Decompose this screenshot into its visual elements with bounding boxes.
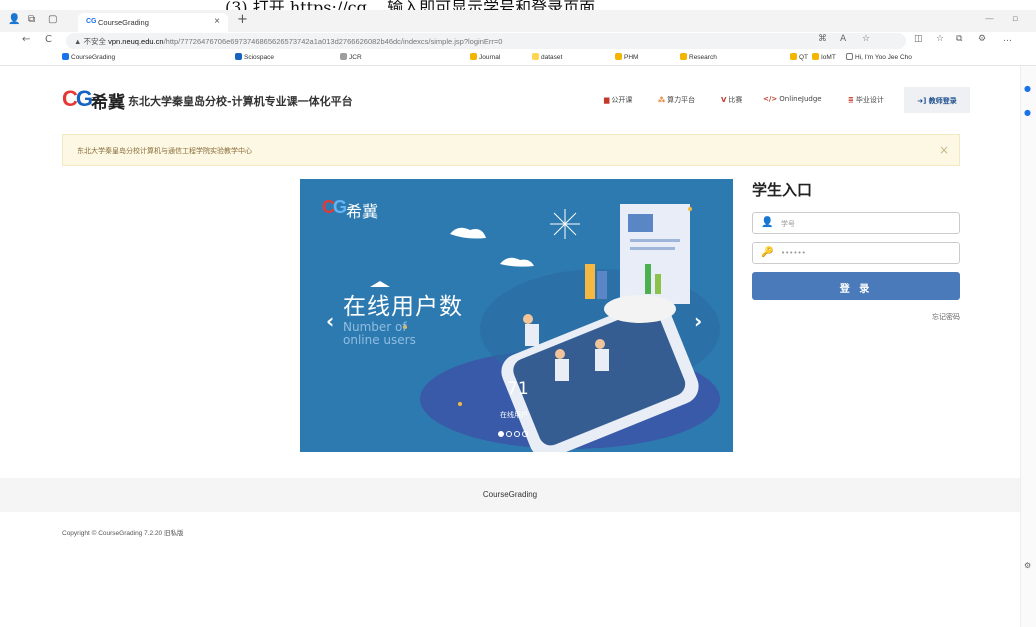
carousel-dot[interactable] — [506, 431, 512, 437]
carousel-dots — [498, 422, 530, 441]
carousel-next-icon[interactable]: › — [694, 309, 702, 333]
bookmark-item[interactable]: Journal — [470, 53, 500, 61]
site-title: 东北大学秦皇岛分校-计算机专业课一体化平台 — [128, 95, 353, 108]
book-icon: ▆ — [604, 96, 610, 104]
bookmark-item[interactable]: IoMT — [812, 53, 836, 61]
online-users-carousel[interactable]: CG 希冀 在线用户数 Number of online users ‹ › 71… — [300, 179, 733, 452]
online-user-count: 71 — [507, 379, 529, 399]
url-input[interactable]: ▲ 不安全 vpn.neuq.edu.cn/http/77726476706e6… — [66, 33, 906, 49]
tab-title: CourseGrading — [98, 18, 149, 27]
workspaces-icon[interactable]: ⧉ — [28, 14, 35, 25]
nav-graduation-design[interactable]: ≣ 毕业设计 — [848, 95, 884, 105]
more-icon[interactable]: … — [1003, 34, 1012, 44]
edge-sidebar: ● ● ⚙ — [1020, 66, 1036, 627]
copilot-icon[interactable]: ● — [1024, 84, 1031, 93]
bookmark-item[interactable]: PHM — [615, 53, 638, 61]
carousel-logo: CG — [322, 197, 347, 217]
copyright: Copyright © CourseGrading 7.2.20 旧私版 — [62, 530, 184, 537]
collections-icon[interactable]: ⧉ — [956, 34, 962, 44]
nav-online-judge[interactable]: </> OnlineJudge — [763, 95, 822, 103]
key-icon: 🔑 — [761, 247, 774, 258]
bookmark-item[interactable]: dataset — [532, 53, 562, 61]
browser-tab[interactable]: CG CourseGrading × — [78, 13, 228, 32]
online-user-label: 在线用户 — [500, 411, 528, 419]
profile-icon[interactable]: 👤 — [8, 14, 20, 25]
forgot-password-link[interactable]: 忘记密码 — [752, 312, 960, 322]
carousel-dot[interactable] — [498, 431, 504, 437]
bookmarks-bar: CourseGrading Sciospace JCR Journal data… — [0, 50, 1036, 66]
graduation-icon: ≣ — [848, 96, 854, 104]
bookmark-item[interactable]: QT — [790, 53, 808, 61]
browser-titlebar: 👤 ⧉ ▢ CG CourseGrading × + — ▫ — [0, 10, 1036, 32]
logo-name: 希冀 — [91, 93, 125, 113]
student-id-input[interactable]: 👤 学号 — [752, 212, 960, 234]
carousel-dot[interactable] — [514, 431, 520, 437]
code-icon: </> — [763, 95, 778, 103]
restore-icon[interactable]: ▫ — [1012, 14, 1018, 24]
carousel-subtitle: Number of online users — [343, 320, 416, 347]
site-header: CG 希冀 东北大学秦皇岛分校-计算机专业课一体化平台 ▆ 公开课 ⁂ 算力平台 Ⅴ… — [0, 82, 1020, 122]
tab-favicon: CG — [86, 18, 97, 25]
discover-icon[interactable]: ● — [1024, 108, 1031, 117]
split-screen-icon[interactable]: ◫ — [914, 34, 923, 44]
bookmark-item[interactable]: CourseGrading — [62, 53, 115, 61]
notice-banner: 东北大学秦皇岛分校计算机与通信工程学院实验教学中心 × — [62, 134, 960, 166]
bookmark-item[interactable]: Sciospace — [235, 53, 274, 61]
favorite-star-icon[interactable]: ☆ — [862, 34, 870, 44]
tab-close-icon[interactable]: × — [214, 16, 220, 27]
url-host: vpn.neuq.edu.cn — [108, 37, 164, 46]
tab-actions-icon[interactable]: ▢ — [48, 14, 57, 25]
carousel-logo-name: 希冀 — [346, 202, 379, 221]
cg-logo[interactable]: CG — [62, 86, 93, 112]
footer-brand: CourseGrading — [0, 478, 1020, 512]
user-icon: 👤 — [761, 217, 774, 228]
main-content: 东北大学秦皇岛分校计算机与通信工程学院实验教学中心 × CG 希冀 在线用户数 … — [0, 122, 1020, 478]
carousel-title: 在线用户数 — [343, 294, 463, 320]
nav-contest[interactable]: Ⅴ 比赛 — [721, 95, 742, 105]
bookmark-item[interactable]: JCR — [340, 53, 362, 61]
password-input[interactable]: 🔑 •••••• — [752, 242, 960, 264]
teacher-login-button[interactable]: ➜] 教师登录 — [904, 87, 970, 113]
nav-compute-platform[interactable]: ⁂ 算力平台 — [658, 95, 695, 105]
url-path: /http/77726476706e6973746865626573742a1a… — [163, 37, 503, 46]
favorites-icon[interactable]: ☆ — [936, 34, 944, 44]
bookmark-item[interactable]: Hi, I'm Yoo Jee Cho — [846, 53, 912, 61]
nav-public-course[interactable]: ▆ 公开课 — [604, 95, 632, 105]
password-placeholder: •••••• — [781, 249, 806, 257]
student-login-panel: 学生入口 👤 学号 🔑 •••••• 登 录 忘记密码 — [752, 179, 960, 322]
notice-text: 东北大学秦皇岛分校计算机与通信工程学院实验教学中心 — [77, 147, 252, 155]
minimize-icon[interactable]: — — [985, 14, 994, 24]
student-id-placeholder: 学号 — [781, 220, 795, 228]
page: (3) 打开 https://cg... 输入即可显示学号和登录页面 👤 ⧉ ▢… — [0, 0, 1036, 627]
insecure-warning[interactable]: ▲ 不安全 — [74, 37, 106, 46]
address-bar-row: ← C ▲ 不安全 vpn.neuq.edu.cn/http/777264767… — [0, 32, 1036, 50]
carousel-prev-icon[interactable]: ‹ — [326, 309, 334, 333]
login-button[interactable]: 登 录 — [752, 272, 960, 300]
trophy-icon: Ⅴ — [721, 96, 727, 104]
notice-close-icon[interactable]: × — [939, 143, 949, 157]
bookmark-item[interactable]: Research — [680, 53, 717, 61]
new-tab-icon[interactable]: + — [237, 12, 248, 27]
extensions-icon[interactable]: ⚙ — [978, 34, 986, 44]
translate-icon[interactable]: ⌘ — [818, 34, 827, 44]
login-title: 学生入口 — [752, 181, 813, 199]
read-aloud-icon[interactable]: A — [840, 34, 846, 44]
sidebar-settings-icon[interactable]: ⚙ — [1024, 561, 1031, 570]
back-icon[interactable]: ← — [22, 34, 30, 45]
carousel-dot[interactable] — [522, 431, 528, 437]
reload-icon[interactable]: C — [45, 34, 52, 45]
chart-icon: ⁂ — [658, 96, 666, 104]
